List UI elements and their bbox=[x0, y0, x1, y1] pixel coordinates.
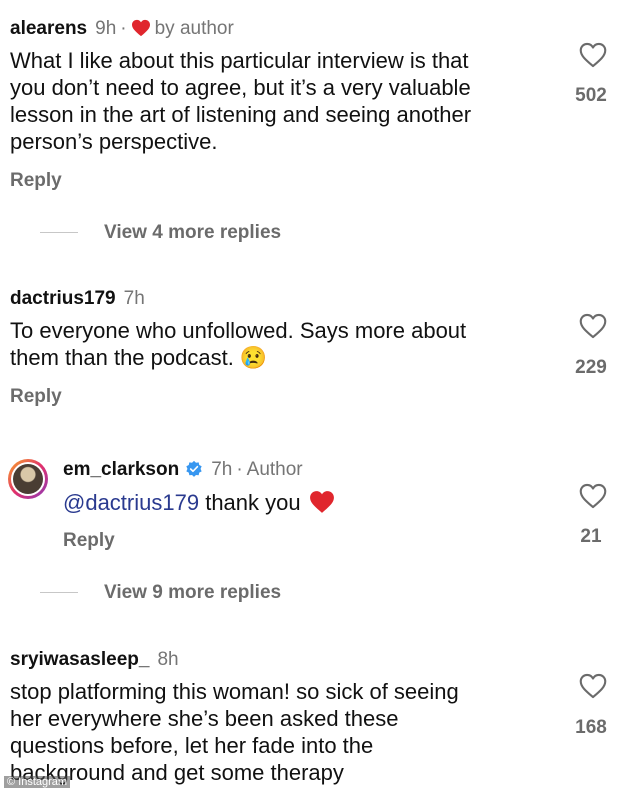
view-more-replies-button[interactable]: View 4 more replies bbox=[40, 222, 282, 244]
replies-divider bbox=[40, 232, 78, 234]
comment-text-line: her everywhere she’s been asked these bbox=[10, 706, 399, 731]
heart-outline-icon[interactable] bbox=[579, 313, 607, 339]
comment-text-line: questions before, let her fade into the bbox=[10, 733, 374, 758]
comment-text-content: thank you bbox=[205, 490, 301, 515]
red-heart-icon bbox=[131, 19, 151, 43]
red-heart-icon bbox=[309, 490, 335, 520]
like-count: 168 bbox=[575, 717, 607, 738]
comment-text: @dactrius179 thank you bbox=[63, 489, 335, 520]
comment-header: sryiwasasleep_ 8h bbox=[10, 649, 179, 671]
instagram-watermark: © Instagram bbox=[4, 776, 71, 788]
username[interactable]: em_clarkson bbox=[63, 459, 179, 480]
avatar[interactable] bbox=[8, 459, 48, 499]
like-count: 21 bbox=[580, 526, 602, 547]
comment-text-line: lesson in the art of listening and seein… bbox=[10, 102, 472, 127]
timestamp: 8h bbox=[157, 649, 179, 670]
comment-text-line: To everyone who unfollowed. Says more ab… bbox=[10, 318, 467, 343]
timestamp: 7h bbox=[123, 288, 145, 309]
like-count: 229 bbox=[575, 357, 607, 378]
comment-header: em_clarkson 7h · Author bbox=[63, 459, 303, 484]
mention-link[interactable]: @dactrius179 bbox=[63, 490, 199, 515]
separator: · bbox=[120, 18, 127, 39]
timestamp: 9h bbox=[95, 18, 117, 39]
comment-text: To everyone who unfollowed. Says more ab… bbox=[10, 317, 466, 371]
comment-text-line: them than the podcast. 😢 bbox=[10, 345, 268, 370]
reply-button[interactable]: Reply bbox=[10, 170, 62, 192]
heart-outline-icon[interactable] bbox=[579, 483, 607, 509]
comment-text-line: person’s perspective. bbox=[10, 129, 218, 154]
username[interactable]: sryiwasasleep_ bbox=[10, 649, 149, 670]
username[interactable]: alearens bbox=[10, 18, 87, 39]
reply-button[interactable]: Reply bbox=[63, 530, 115, 552]
comment-text-line: background and get some therapy bbox=[10, 760, 344, 785]
replies-divider bbox=[40, 592, 78, 594]
comment-text: stop platforming this woman! so sick of … bbox=[10, 678, 459, 786]
separator: · bbox=[236, 459, 243, 480]
view-more-replies-button[interactable]: View 9 more replies bbox=[40, 582, 282, 604]
view-replies-label: View 9 more replies bbox=[104, 582, 282, 603]
reply-button[interactable]: Reply bbox=[10, 386, 62, 408]
verified-badge-icon bbox=[185, 460, 203, 484]
author-label: Author bbox=[246, 459, 303, 480]
heart-outline-icon[interactable] bbox=[579, 673, 607, 699]
username[interactable]: dactrius179 bbox=[10, 288, 116, 309]
comment-text: What I like about this particular interv… bbox=[10, 47, 471, 155]
comment-header: alearens 9h · by author bbox=[10, 18, 234, 43]
comment-text-line: What I like about this particular interv… bbox=[10, 48, 469, 73]
view-replies-label: View 4 more replies bbox=[104, 222, 282, 243]
comment-text-line: you don’t need to agree, but it’s a very… bbox=[10, 75, 471, 100]
like-count: 502 bbox=[575, 85, 607, 106]
avatar-photo bbox=[13, 464, 43, 494]
timestamp: 7h bbox=[211, 459, 233, 480]
comment-text-line: stop platforming this woman! so sick of … bbox=[10, 679, 459, 704]
heart-outline-icon[interactable] bbox=[579, 42, 607, 68]
comment-header: dactrius179 7h bbox=[10, 288, 145, 310]
liked-by-author-label: by author bbox=[154, 18, 234, 39]
